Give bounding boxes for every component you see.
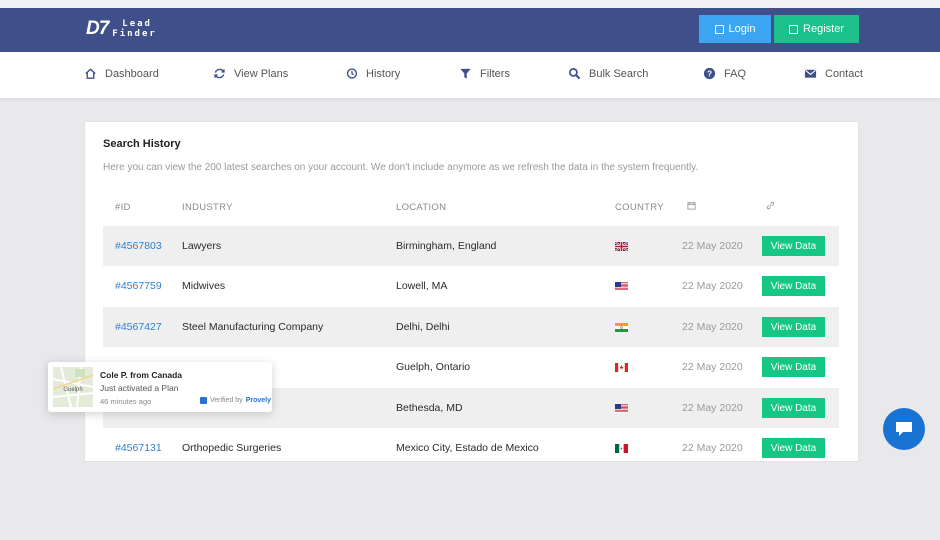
nav-item-history[interactable]: History [345,67,400,80]
home-icon [85,68,96,79]
question-icon: ? [703,67,716,80]
main-nav: Dashboard View Plans History Filters Bul… [0,52,940,98]
login-button[interactable]: Login [699,15,771,43]
popup-time: 46 minutes ago [100,397,152,406]
verified-label: Verified by [210,397,243,404]
refresh-icon [214,68,225,79]
view-data-button[interactable]: View Data [762,236,825,256]
row-id-link[interactable]: #4567131 [115,442,162,454]
header-country: COUNTRY [615,202,664,213]
social-proof-popup[interactable]: Guelph Cole P. from Canada Just activate… [48,362,272,412]
row-date: 22 May 2020 [682,240,743,252]
us-flag-icon [615,404,628,413]
view-data-button[interactable]: View Data [762,276,825,296]
row-date: 22 May 2020 [682,321,743,333]
row-location: Mexico City, Estado de Mexico [396,442,539,454]
search-icon [569,68,581,80]
table-row: #4567131 Orthopedic Surgeries Mexico Cit… [103,428,839,461]
row-location: Bethesda, MD [396,402,463,414]
logo-text-line1: Lead [122,19,152,29]
view-data-button[interactable]: View Data [762,438,825,458]
login-label: Login [728,23,756,35]
canada-flag-icon [615,363,628,372]
history-icon [346,68,358,79]
check-icon [200,397,207,404]
row-industry: Orthopedic Surgeries [182,442,282,454]
row-industry: Midwives [182,280,226,292]
calendar-icon [687,201,696,213]
india-flag-icon [615,323,628,332]
map-label: Guelph [63,387,82,393]
row-location: Birmingham, England [396,240,497,252]
table-row: #4567427 Steel Manufacturing Company Del… [103,307,839,347]
login-icon [714,24,724,34]
row-date: 22 May 2020 [682,280,743,292]
row-location: Guelph, Ontario [396,361,471,373]
svg-text:?: ? [707,69,712,79]
row-date: 22 May 2020 [682,442,743,454]
table-row: #4567759 Midwives Lowell, MA 22 May 2020… [103,266,839,306]
row-id-link[interactable]: #4567427 [115,321,162,333]
nav-label: Bulk Search [589,67,649,80]
nav-label: Filters [480,67,510,80]
nav-item-view-plans[interactable]: View Plans [213,67,288,80]
nav-item-filters[interactable]: Filters [459,67,510,80]
register-icon [789,24,799,34]
nav-label: FAQ [724,67,747,80]
register-button[interactable]: Register [774,15,859,43]
nav-item-contact[interactable]: Contact [804,67,863,80]
filter-icon [460,68,471,79]
card-subtitle: Here you can view the 200 latest searche… [103,162,699,173]
row-location: Lowell, MA [396,280,448,292]
nav-label: History [366,67,401,80]
nav-label: Contact [825,67,863,80]
nav-label: View Plans [234,67,289,80]
map-thumbnail: Guelph [53,367,93,407]
brand-logo[interactable]: D7 Lead Finder [86,18,157,40]
mexico-flag-icon [615,444,628,453]
row-id-link[interactable]: #4567759 [115,280,162,292]
row-industry: Lawyers [182,240,222,252]
logo-mark: D7 [86,18,109,39]
nav-item-faq[interactable]: ? FAQ [703,67,746,80]
table-row: #4567803 Lawyers Birmingham, England 22 … [103,226,839,266]
table-header: #ID INDUSTRY LOCATION COUNTRY [103,194,839,218]
view-data-button[interactable]: View Data [762,317,825,337]
popup-title: Cole P. from Canada [100,370,183,380]
card-title: Search History [103,138,181,150]
row-date: 22 May 2020 [682,402,743,414]
nav-item-bulk-search[interactable]: Bulk Search [568,67,648,80]
logo-text-line2: Finder [112,29,157,39]
row-id-link[interactable]: #4567803 [115,240,162,252]
verified-badge: Verified by Provely [200,397,271,404]
chat-bubble-icon [896,422,912,436]
register-label: Register [803,23,844,35]
header-industry: INDUSTRY [182,202,233,213]
top-header: D7 Lead Finder Login Register [0,8,940,52]
verified-brand: Provely [245,397,271,404]
row-date: 22 May 2020 [682,361,743,373]
nav-item-dashboard[interactable]: Dashboard [84,67,159,80]
logo-text: Lead Finder [112,19,157,39]
nav-label: Dashboard [105,67,159,80]
header-id: #ID [115,202,131,213]
uk-flag-icon [614,241,629,252]
browser-top-strip [0,0,940,8]
header-location: LOCATION [396,202,447,213]
chat-button[interactable] [883,408,925,450]
row-industry: Steel Manufacturing Company [182,321,324,333]
link-icon [766,201,775,213]
popup-message: Just activated a Plan [100,383,179,393]
view-data-button[interactable]: View Data [762,357,825,377]
row-location: Delhi, Delhi [396,321,450,333]
view-data-button[interactable]: View Data [762,398,825,418]
us-flag-icon [615,282,628,291]
mail-icon [804,69,817,78]
